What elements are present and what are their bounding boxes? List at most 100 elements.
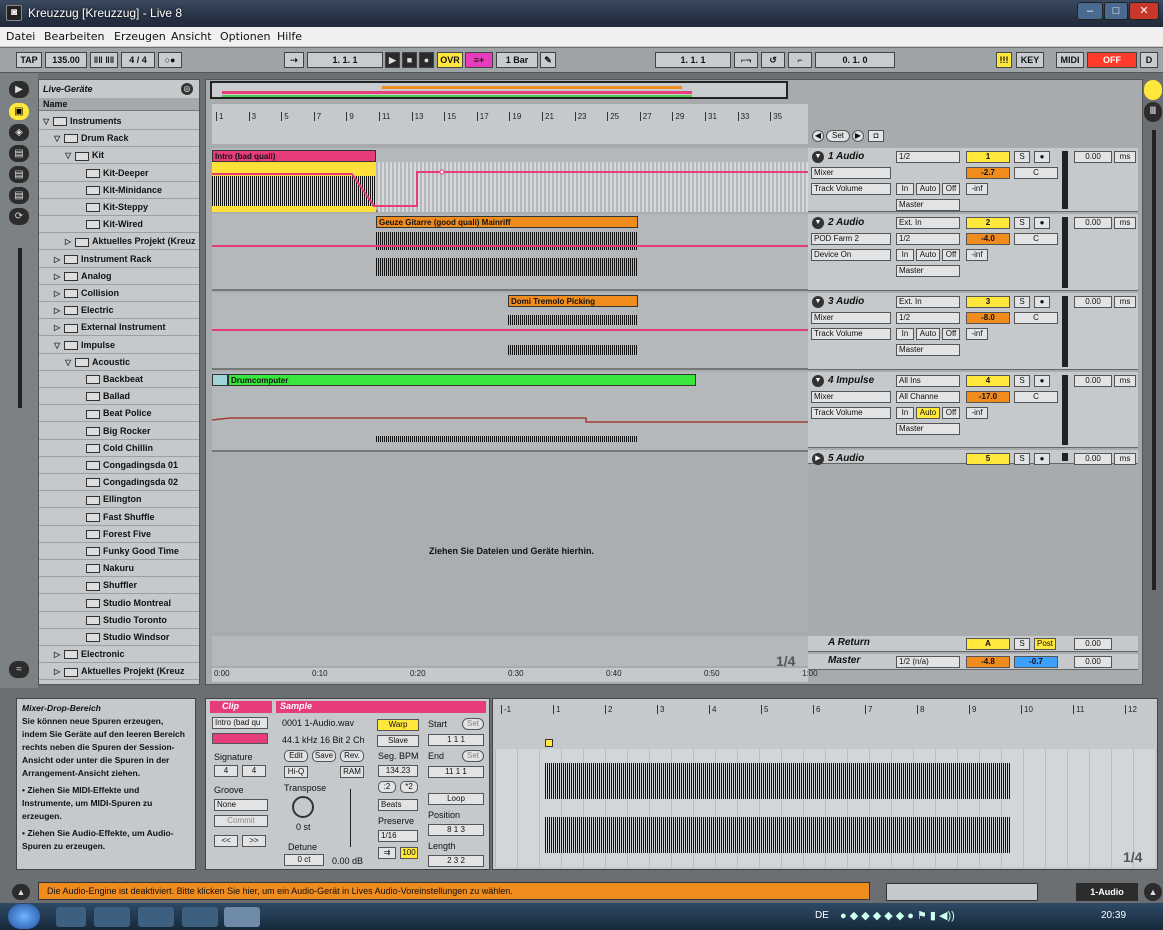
stop-icon[interactable]: ■: [402, 52, 417, 68]
metronome-button[interactable]: ○●: [158, 52, 182, 68]
expand-arrow-icon[interactable]: ▽: [54, 131, 64, 146]
monitor-in-button[interactable]: In: [896, 249, 914, 261]
track-activator[interactable]: 4: [966, 375, 1010, 387]
automation-envelope-1[interactable]: [212, 148, 808, 212]
output-select[interactable]: Master: [896, 199, 960, 211]
browser-item[interactable]: ▽ Instruments: [39, 113, 199, 130]
fold-icon[interactable]: ▼: [812, 151, 824, 163]
browser-item[interactable]: Shuffler: [39, 577, 199, 595]
fold-icon[interactable]: ▶: [812, 453, 824, 465]
sig-numerator[interactable]: 4: [214, 765, 238, 777]
nudge-buttons[interactable]: ‖‖ ‖‖: [90, 52, 118, 68]
tray-icons[interactable]: ● ◆ ◆ ◆ ◆ ◆ ● ⚑ ▮ ◀)): [840, 909, 1080, 925]
expand-arrow-icon[interactable]: ▷: [54, 252, 64, 267]
arm-button[interactable]: ●: [1034, 453, 1050, 465]
device-select[interactable]: Mixer: [811, 312, 891, 324]
browser-item[interactable]: Congadingsda 02: [39, 474, 199, 492]
monitor-auto-button[interactable]: Auto: [916, 407, 940, 419]
expand-arrow-icon[interactable]: ▽: [65, 355, 75, 370]
expand-arrow-icon[interactable]: ▷: [54, 269, 64, 284]
monitor-off-button[interactable]: Off: [942, 328, 960, 340]
master-header[interactable]: Master 1/2 (n/a) -4.8 -0.7 0.00: [808, 654, 1138, 670]
browser-options-icon[interactable]: ◎: [181, 83, 193, 95]
follow-button[interactable]: ⇢: [284, 52, 304, 68]
track-activator[interactable]: 3: [966, 296, 1010, 308]
cpu-off-indicator[interactable]: OFF: [1087, 52, 1137, 68]
monitor-off-button[interactable]: Off: [942, 249, 960, 261]
expand-arrow-icon[interactable]: ▽: [43, 114, 53, 129]
browser-item[interactable]: Ballad: [39, 388, 199, 406]
delay-unit[interactable]: ms: [1114, 151, 1136, 163]
pan-field[interactable]: C: [1014, 167, 1058, 179]
menu-bearbeiten[interactable]: Bearbeiten: [44, 30, 104, 43]
start-field[interactable]: 1 1 1: [428, 734, 484, 746]
browser-item[interactable]: Studio Toronto: [39, 612, 199, 629]
track-header-2[interactable]: ▼ 2 Audio Ext. In 1/2 POD Farm 2 Device On 2 S ●…: [808, 214, 1138, 291]
expand-arrow-icon[interactable]: ▷: [54, 664, 64, 679]
expand-arrow-icon[interactable]: ▷: [54, 286, 64, 301]
fold-icon[interactable]: ▼: [812, 296, 824, 308]
browser-item[interactable]: ▷ Collision: [39, 285, 199, 302]
overview-mini[interactable]: [886, 883, 1038, 901]
live-devices-icon[interactable]: ▣: [9, 103, 29, 120]
overdub-button[interactable]: OVR: [437, 52, 463, 68]
expand-arrow-icon[interactable]: ▷: [54, 303, 64, 318]
sample-editor[interactable]: -1 1 2 3 4 5 6 7 8 9 10 11 12 1/4: [492, 698, 1158, 870]
pan-field[interactable]: C: [1014, 233, 1058, 245]
taskbar-live-icon[interactable]: [224, 907, 260, 927]
language-indicator[interactable]: DE: [815, 910, 829, 921]
track-header-3[interactable]: ▼ 3 Audio Ext. In 1/2 Mixer Track Volume 3 S ● -8…: [808, 293, 1138, 370]
detune-field[interactable]: 0 ct: [284, 854, 324, 866]
automation-line-3[interactable]: [212, 329, 808, 331]
input-channel-select[interactable]: 1/2: [896, 233, 960, 245]
menu-ansicht[interactable]: Ansicht: [171, 30, 212, 43]
monitor-auto-button[interactable]: Auto: [916, 183, 940, 195]
volume-field[interactable]: -2.7: [966, 167, 1010, 179]
start-button-icon[interactable]: [8, 904, 40, 929]
browser-item[interactable]: Funky Good Time: [39, 543, 199, 560]
vertical-scrollbar[interactable]: [1152, 130, 1156, 590]
browser-item[interactable]: ▽ Drum Rack: [39, 130, 199, 148]
groove-pool-icon[interactable]: ≈: [9, 661, 29, 678]
automation-arm-button[interactable]: ≡+: [465, 52, 493, 68]
menu-optionen[interactable]: Optionen: [220, 30, 270, 43]
quantize-select[interactable]: 1 Bar: [496, 52, 538, 68]
pencil-icon[interactable]: ✎: [540, 52, 556, 68]
menu-hilfe[interactable]: Hilfe: [277, 30, 302, 43]
delay-unit[interactable]: ms: [1114, 375, 1136, 387]
track-name[interactable]: 2 Audio: [828, 217, 864, 228]
lane-4-impulse[interactable]: Drumcomputer: [212, 372, 808, 452]
end-set-button[interactable]: Set: [462, 750, 484, 762]
output-select[interactable]: Master: [896, 423, 960, 435]
volume-field[interactable]: -17.0: [966, 391, 1010, 403]
double-button[interactable]: *2: [400, 781, 418, 793]
parameter-select[interactable]: Track Volume: [811, 328, 891, 340]
parameter-select[interactable]: Device On: [811, 249, 891, 261]
track-name[interactable]: 5 Audio: [828, 453, 864, 464]
slave-button[interactable]: Slave: [377, 735, 419, 747]
solo-button[interactable]: S: [1014, 638, 1030, 650]
browser-item[interactable]: Studio Montreal: [39, 595, 199, 612]
fold-icon[interactable]: ▼: [812, 217, 824, 229]
browser-item[interactable]: ▷ Instrument Rack: [39, 251, 199, 268]
sig-denominator[interactable]: 4: [242, 765, 266, 777]
browser-collapse-icon[interactable]: ▶: [9, 81, 29, 98]
end-field[interactable]: 11 1 1: [428, 766, 484, 778]
browser-item[interactable]: Cold Chillin: [39, 440, 199, 457]
taskbar-explorer-icon[interactable]: [94, 907, 130, 927]
track-activator[interactable]: 1: [966, 151, 1010, 163]
fold-icon[interactable]: ▼: [812, 375, 824, 387]
browser-item[interactable]: Kit-Steppy: [39, 199, 199, 216]
loop-mode-select[interactable]: ⇉: [378, 847, 396, 859]
loop-start[interactable]: 1. 1. 1: [655, 52, 731, 68]
master-delay[interactable]: 0.00: [1074, 656, 1112, 668]
browser-item[interactable]: ▷ External Instrument: [39, 319, 199, 337]
computer-midi-keyboard[interactable]: !!!: [996, 52, 1012, 68]
automation-envelope-4[interactable]: [212, 372, 808, 452]
browser-item[interactable]: Studio Windsor: [39, 629, 199, 646]
clip-geuze[interactable]: Geuze Gitarre (good quali) Mainriff: [376, 216, 638, 228]
set-locator-button[interactable]: Set: [826, 130, 850, 142]
groove-select[interactable]: None: [214, 799, 268, 811]
loop-back-icon[interactable]: ◘: [868, 130, 884, 142]
prev-locator-icon[interactable]: ◀: [812, 130, 824, 142]
